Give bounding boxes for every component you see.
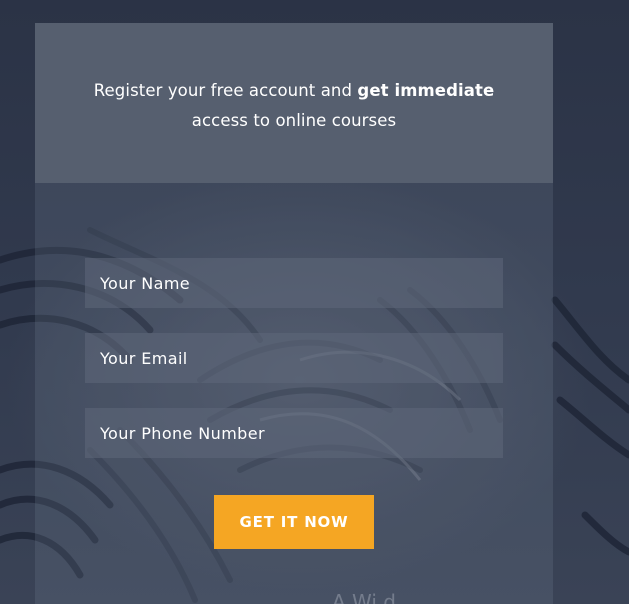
registration-panel: Register your free account and get immed… [35, 23, 553, 604]
name-field[interactable]: Your Name [85, 258, 503, 308]
phone-field[interactable]: Your Phone Number [85, 408, 503, 458]
activate-windows-watermark: A Wi d [332, 590, 396, 604]
phone-placeholder: Your Phone Number [100, 423, 265, 443]
headline: Register your free account and get immed… [35, 76, 553, 136]
get-it-now-button[interactable]: GET IT NOW [214, 495, 374, 549]
headline-suffix: access to online courses [191, 111, 397, 130]
email-placeholder: Your Email [100, 348, 188, 368]
headline-prefix: Register your free account and [93, 81, 358, 100]
headline-bold: get immediate [357, 81, 495, 100]
name-placeholder: Your Name [100, 273, 191, 293]
panel-header: Register your free account and get immed… [35, 23, 553, 183]
email-field[interactable]: Your Email [85, 333, 503, 383]
